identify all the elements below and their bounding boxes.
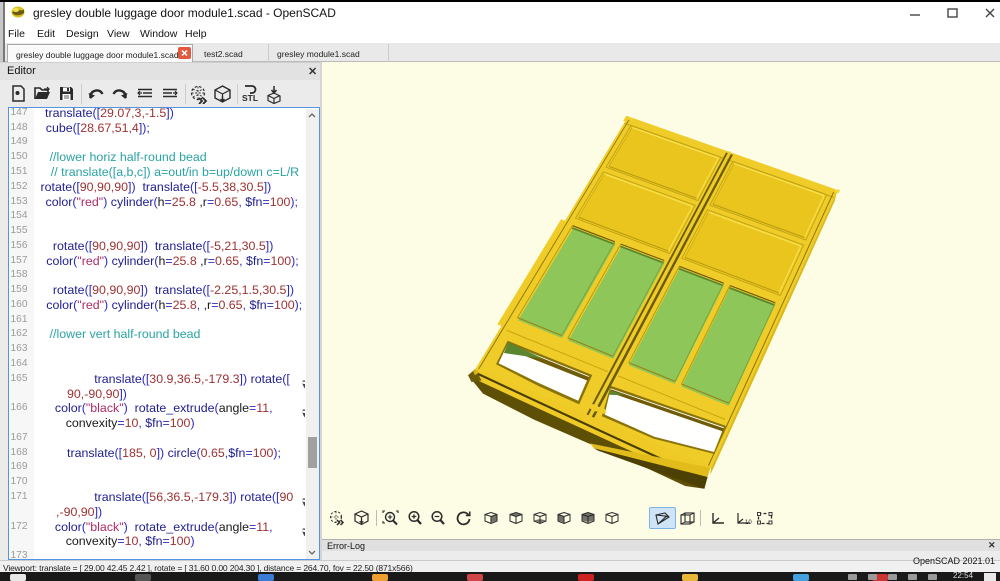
svg-text:10: 10 <box>745 520 752 525</box>
